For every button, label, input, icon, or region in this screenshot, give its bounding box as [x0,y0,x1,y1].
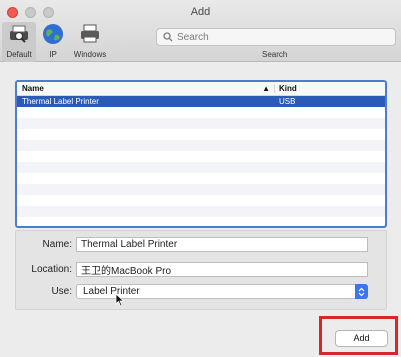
use-select-value: Label Printer [83,286,140,297]
use-label: Use: [51,286,72,297]
name-label: Name: [42,239,72,250]
empty-row [17,217,385,226]
mouse-cursor-icon [115,293,125,307]
toolbar-ip-button[interactable]: IP [40,22,66,59]
empty-row [17,162,385,173]
list-item[interactable]: Thermal Label Printer USB [17,96,385,107]
toolbar-windows-label: Windows [73,50,107,59]
empty-row [17,173,385,184]
location-label: Location: [31,264,72,275]
toolbar-ip-label: IP [49,50,57,59]
toolbar-default-label: Default [6,50,32,59]
title-bar: Add Default IP Windows Search Search [0,0,401,62]
location-field[interactable]: 王卫的MacBook Pro [76,262,368,277]
empty-row [17,184,385,195]
printer-list[interactable]: Name ▲ Kind Thermal Label Printer USB [15,80,387,228]
highlight-box [319,316,398,355]
printer-details-form: Name: Thermal Label Printer Location: 王卫… [15,230,387,310]
empty-row [17,206,385,217]
empty-row [17,151,385,162]
default-printer-icon [10,25,28,43]
search-label: Search [262,50,288,59]
search-icon [163,32,173,42]
window-title: Add [190,6,211,18]
location-row: Location: 王卫的MacBook Pro [16,262,368,277]
search-placeholder: Search [177,31,209,43]
name-row: Name: Thermal Label Printer [16,237,368,252]
list-item-name: Thermal Label Printer [22,97,99,106]
sort-ascending-icon: ▲ [262,84,270,93]
empty-row [17,195,385,206]
name-field[interactable]: Thermal Label Printer [76,237,368,252]
column-header-name[interactable]: Name ▲ [17,84,275,93]
column-header-kind[interactable]: Kind [275,84,297,93]
toolbar-windows-button[interactable]: Windows [70,22,110,59]
search-field[interactable]: Search [156,28,396,46]
use-row: Use: Label Printer [16,284,368,299]
list-body: Thermal Label Printer USB [17,96,385,226]
list-item-kind: USB [279,97,296,106]
empty-row [17,140,385,151]
empty-row [17,107,385,118]
globe-icon [43,24,63,44]
windows-printer-icon [81,24,99,43]
select-stepper-icon[interactable] [355,284,368,299]
toolbar-default-button[interactable]: Default [2,22,36,62]
list-header: Name ▲ Kind [17,82,385,96]
empty-row [17,118,385,129]
empty-row [17,129,385,140]
